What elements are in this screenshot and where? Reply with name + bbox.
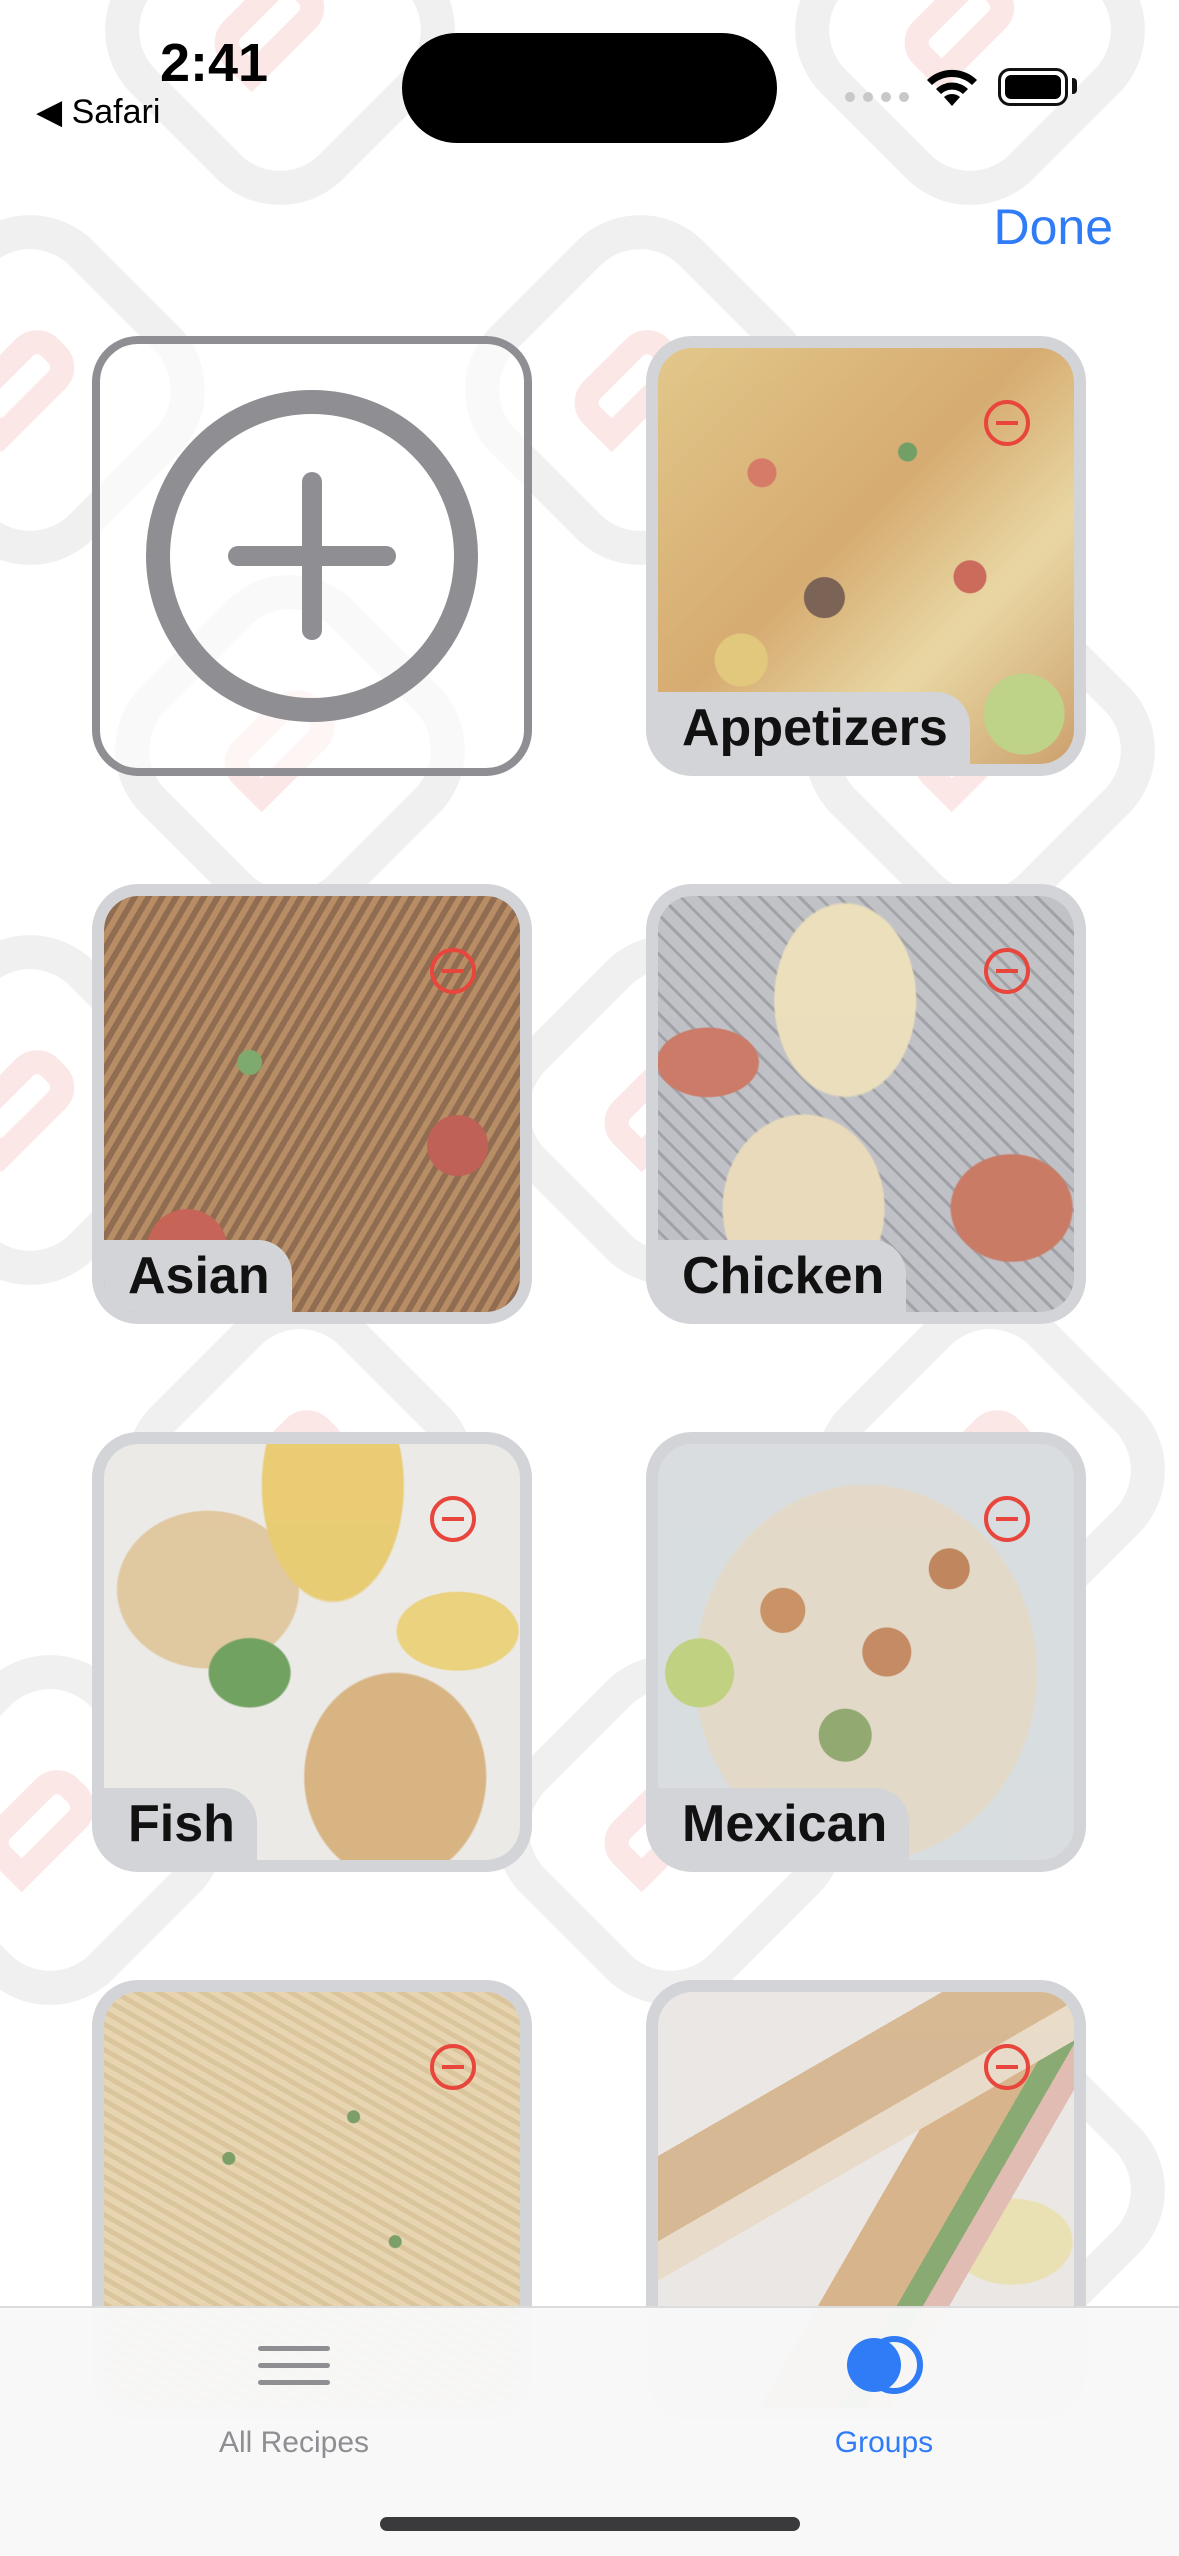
group-tile-fish[interactable]: Fish xyxy=(92,1432,532,1872)
list-icon xyxy=(258,2346,330,2385)
group-label: Fish xyxy=(104,1788,257,1860)
tab-groups[interactable]: Groups xyxy=(734,2308,1034,2508)
group-tile-mexican[interactable]: Mexican xyxy=(646,1432,1086,1872)
screen: 2:41 ◀ Safari Done Appetizers Asian Chic… xyxy=(0,0,1179,2556)
back-to-safari-link[interactable]: ◀ Safari xyxy=(36,92,160,132)
cellular-signal-icon xyxy=(845,92,909,102)
remove-group-icon[interactable] xyxy=(430,948,476,994)
add-group-tile[interactable] xyxy=(92,336,532,776)
wifi-icon xyxy=(927,69,977,106)
group-label: Mexican xyxy=(658,1788,910,1860)
group-tile-asian[interactable]: Asian xyxy=(92,884,532,1324)
status-time: 2:41 xyxy=(160,33,269,93)
done-button[interactable]: Done xyxy=(993,198,1113,256)
tab-label: Groups xyxy=(834,2426,934,2459)
group-label: Asian xyxy=(104,1240,292,1312)
remove-group-icon[interactable] xyxy=(984,2044,1030,2090)
tab-all-recipes[interactable]: All Recipes xyxy=(144,2308,444,2508)
battery-icon xyxy=(998,68,1068,106)
watermark-logo xyxy=(757,0,1179,243)
remove-group-icon[interactable] xyxy=(430,1496,476,1542)
remove-group-icon[interactable] xyxy=(984,400,1030,446)
dynamic-island xyxy=(402,33,777,143)
group-tile-chicken[interactable]: Chicken xyxy=(646,884,1086,1324)
remove-group-icon[interactable] xyxy=(984,948,1030,994)
plus-circle-icon xyxy=(146,390,478,722)
tab-label: All Recipes xyxy=(218,2426,370,2459)
group-label: Chicken xyxy=(658,1240,907,1312)
group-tile-appetizers[interactable]: Appetizers xyxy=(646,336,1086,776)
battery-tip xyxy=(1072,78,1077,94)
remove-group-icon[interactable] xyxy=(430,2044,476,2090)
groups-icon xyxy=(847,2336,923,2394)
remove-group-icon[interactable] xyxy=(984,1496,1030,1542)
group-label: Appetizers xyxy=(658,692,970,764)
home-indicator[interactable] xyxy=(380,2517,800,2531)
